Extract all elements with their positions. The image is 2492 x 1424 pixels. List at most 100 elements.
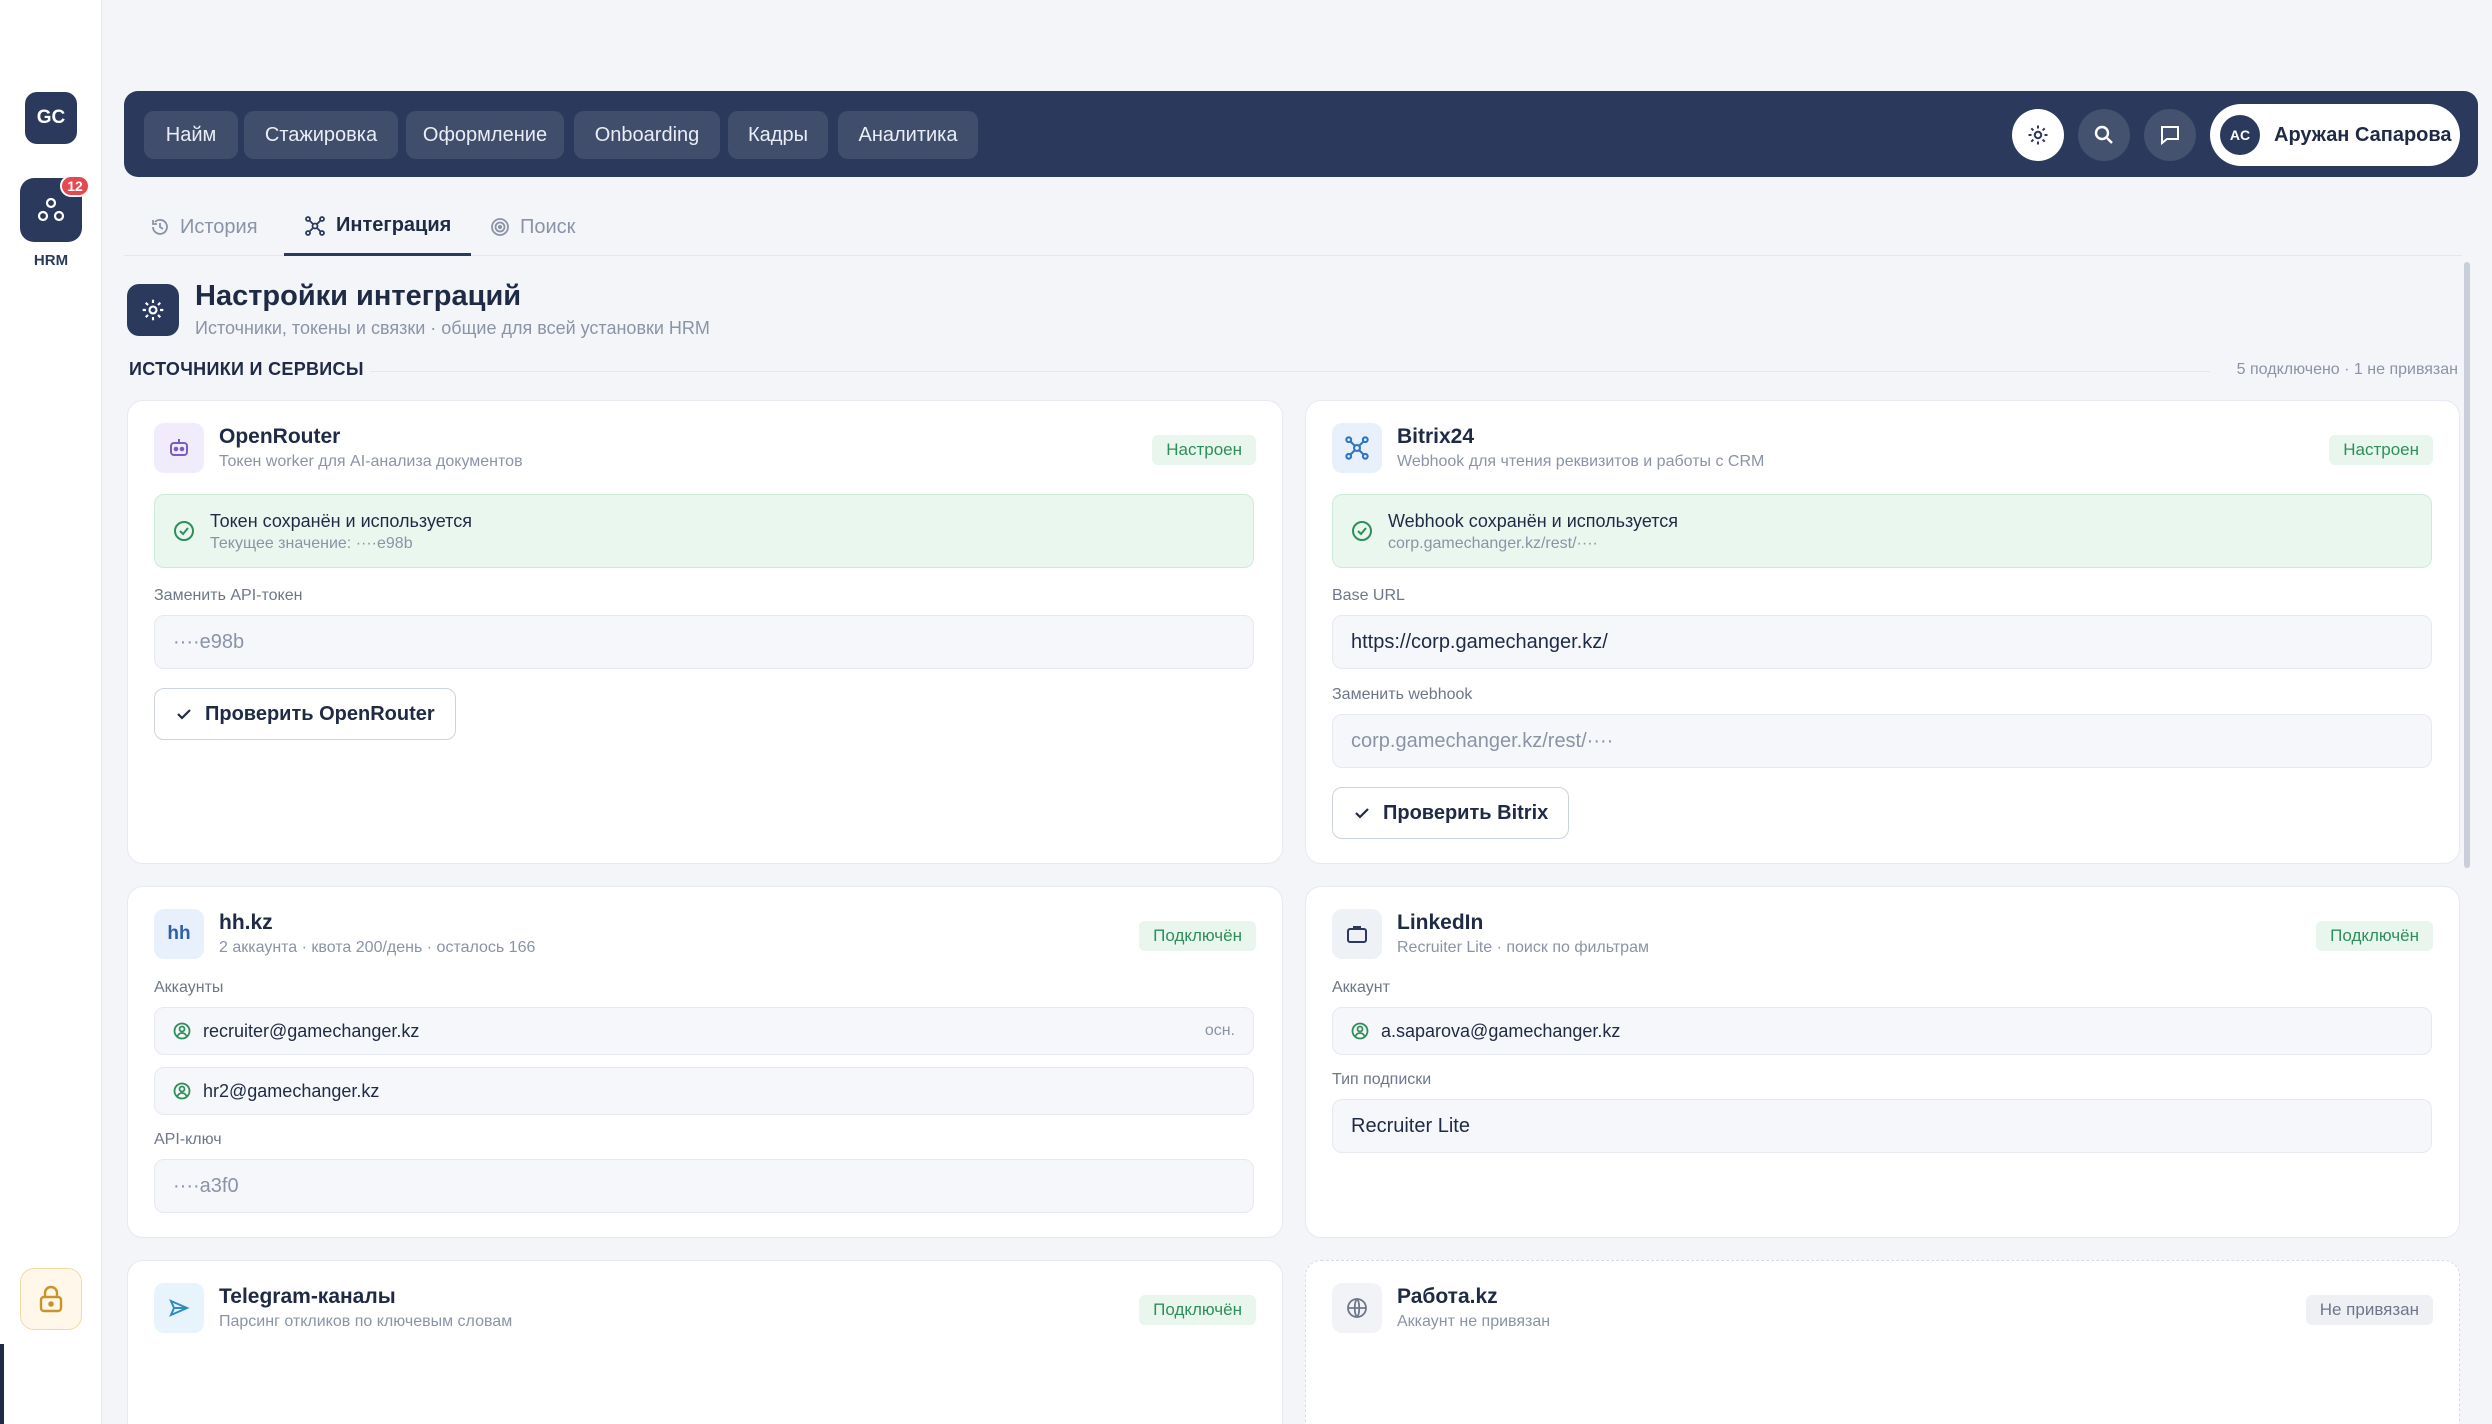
api-token-input[interactable]: ····e98b (154, 615, 1254, 669)
tab-integration[interactable]: Интеграция (284, 198, 472, 256)
hrm-app-label: HRM (33, 252, 69, 269)
gear-icon (2028, 125, 2048, 145)
status-badge: Подключён (1139, 921, 1256, 951)
check-bitrix-label: Проверить Bitrix (1383, 801, 1549, 824)
avatar: AC (2220, 115, 2260, 155)
nav-item-staff[interactable]: Кадры (728, 111, 828, 159)
nav-item-naim[interactable]: Найм (144, 111, 238, 159)
search-button[interactable] (2078, 109, 2130, 161)
check-bitrix-button[interactable]: Проверить Bitrix (1332, 787, 1570, 839)
hh-logo-icon: hh (154, 909, 204, 959)
user-circle-icon (173, 1022, 191, 1040)
left-rail: GC 12 HRM (0, 0, 102, 1424)
bitrix-network-icon (1332, 423, 1382, 473)
base-url-input[interactable]: https://corp.gamechanger.kz/ (1332, 615, 2432, 669)
webhook-input[interactable]: corp.gamechanger.kz/rest/···· (1332, 714, 2432, 768)
account-row[interactable]: hr2@gamechanger.kz (154, 1067, 1254, 1115)
account-row[interactable]: a.saparova@gamechanger.kz (1332, 1007, 2432, 1055)
scrollbar[interactable] (2464, 262, 2470, 868)
card-title: hh.kz (219, 911, 273, 934)
user-circle-icon (1351, 1022, 1369, 1040)
api-key-label: API-ключ (154, 1131, 222, 1148)
lock-button[interactable] (20, 1268, 82, 1330)
account-label: Аккаунт (1332, 979, 1390, 996)
chat-icon (2161, 126, 2179, 146)
nav-item-onboarding[interactable]: Onboarding (574, 111, 720, 159)
webhook-label: Заменить webhook (1332, 686, 1473, 703)
api-token-label: Заменить API-токен (154, 587, 303, 604)
user-circle-icon (173, 1082, 191, 1100)
messages-button[interactable] (2144, 109, 2196, 161)
card-title: Bitrix24 (1397, 425, 1475, 448)
tab-search[interactable]: Поиск (490, 198, 575, 256)
card-title: Telegram-каналы (219, 1285, 396, 1308)
nav-item-registration[interactable]: Оформление (406, 111, 564, 159)
check-icon (1355, 808, 1369, 819)
section-divider (370, 371, 2210, 372)
status-badge: Не привязан (2305, 1295, 2433, 1325)
page-subtitle: Источники, токены и связки · общие для в… (195, 318, 710, 338)
search-icon (2094, 125, 2113, 144)
gear-icon (142, 299, 164, 321)
hh-card: hh hh.kz 2 аккаунта · квота 200/день · о… (127, 886, 1283, 1238)
window-edge (0, 1344, 4, 1424)
token-status-title: Токен сохранён и используется (210, 511, 472, 531)
nav-item-internship[interactable]: Стажировка (244, 111, 398, 159)
linkedin-card: LinkedIn Recruiter Lite · поиск по фильт… (1305, 886, 2460, 1238)
card-subtitle: Аккаунт не привязан (1397, 1313, 1551, 1330)
bitrix-card: Bitrix24 Webhook для чтения реквизитов и… (1305, 400, 2460, 864)
telegram-card: Telegram-каналы Парсинг откликов по ключ… (127, 1260, 1283, 1424)
accounts-label: Аккаунты (154, 979, 224, 996)
tab-history-label: История (180, 215, 258, 238)
card-subtitle: 2 аккаунта · квота 200/день · осталось 1… (219, 939, 536, 956)
briefcase-icon (1332, 909, 1382, 959)
card-title: LinkedIn (1397, 911, 1484, 934)
plan-label: Тип подписки (1332, 1071, 1432, 1088)
api-key-input[interactable]: ····a3f0 (154, 1159, 1254, 1213)
token-status-value: Текущее значение: ····e98b (210, 535, 413, 552)
notification-badge: 12 (60, 175, 90, 197)
user-name: Аружан Сапарова (2274, 123, 2452, 146)
check-circle-icon (1352, 521, 1372, 541)
card-subtitle: Recruiter Lite · поиск по фильтрам (1397, 939, 1649, 956)
radar-icon (491, 218, 509, 236)
tab-integration-label: Интеграция (336, 214, 452, 236)
card-title: OpenRouter (219, 425, 341, 448)
rabota-card: Работа.kz Аккаунт не привязан Не привяза… (1305, 1260, 2460, 1424)
plan-select[interactable]: Recruiter Lite (1332, 1099, 2432, 1153)
integration-icon (305, 215, 325, 236)
webhook-status-title: Webhook сохранён и используется (1388, 511, 1679, 531)
card-subtitle: Парсинг откликов по ключевым словам (219, 1313, 513, 1330)
token-status-box: Токен сохранён и используется Текущее зн… (154, 494, 1254, 568)
account-row[interactable]: recruiter@gamechanger.kz осн. (154, 1007, 1254, 1055)
check-openrouter-button[interactable]: Проверить OpenRouter (154, 688, 456, 740)
check-circle-icon (174, 521, 194, 541)
primary-tag: осн. (1204, 1022, 1235, 1039)
openrouter-card: OpenRouter Токен worker для AI-анализа д… (127, 400, 1283, 864)
hrm-app-icon (37, 197, 65, 222)
robot-icon (154, 423, 204, 473)
check-openrouter-label: Проверить OpenRouter (205, 702, 435, 725)
section-count: 5 подключено · 1 не привязан (2236, 361, 2458, 378)
lock-icon (39, 1285, 63, 1313)
section-label: ИСТОЧНИКИ И СЕРВИСЫ (129, 359, 364, 379)
page-title: Настройки интеграций (195, 280, 522, 312)
account-email: a.saparova@gamechanger.kz (1381, 1020, 1621, 1041)
settings-header-icon (127, 284, 179, 336)
workspace-logo[interactable]: GC (25, 92, 77, 144)
card-subtitle: Webhook для чтения реквизитов и работы с… (1397, 453, 1765, 470)
status-badge: Настроен (2329, 435, 2433, 465)
webhook-status-box: Webhook сохранён и используется corp.gam… (1332, 494, 2432, 568)
user-menu[interactable]: AC Аружан Сапарова (2210, 104, 2460, 166)
send-icon (154, 1283, 204, 1333)
tab-history[interactable]: История (150, 198, 258, 256)
card-subtitle: Токен worker для AI-анализа документов (219, 453, 523, 470)
card-title: Работа.kz (1397, 1285, 1498, 1308)
webhook-status-value: corp.gamechanger.kz/rest/···· (1388, 535, 1598, 552)
base-url-label: Base URL (1332, 587, 1405, 604)
status-badge: Настроен (1152, 435, 1256, 465)
status-badge: Подключён (2316, 921, 2433, 951)
settings-button[interactable] (2012, 109, 2064, 161)
nav-item-analytics[interactable]: Аналитика (838, 111, 978, 159)
tab-search-label: Поиск (520, 215, 576, 238)
